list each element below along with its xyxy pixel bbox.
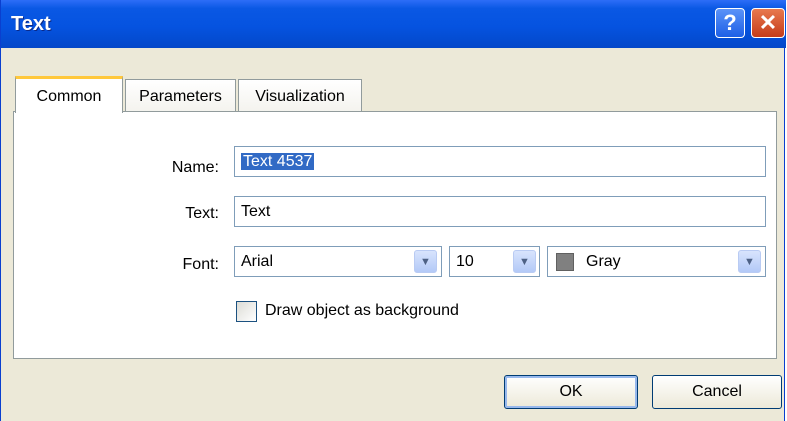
close-button[interactable]: ✕	[751, 8, 785, 38]
help-button[interactable]: ?	[715, 8, 745, 38]
font-family-value: Arial	[241, 253, 274, 270]
font-size-dropdown-button[interactable]: ▼	[513, 250, 536, 273]
title-bar[interactable]: Text ? ✕	[1, 0, 786, 48]
font-size-select[interactable]: 10 ▼	[449, 246, 540, 277]
tab-visualization[interactable]: Visualization	[238, 79, 362, 112]
tab-parameters-label: Parameters	[139, 88, 222, 105]
font-color-dropdown-button[interactable]: ▼	[738, 250, 761, 273]
font-family-select[interactable]: Arial ▼	[234, 246, 442, 277]
tab-common[interactable]: Common	[15, 76, 123, 113]
name-label: Name:	[171, 159, 219, 176]
text-label: Text:	[185, 205, 219, 222]
cancel-button-label: Cancel	[692, 383, 742, 400]
draw-as-background-checkbox[interactable]	[236, 301, 257, 322]
font-color-select[interactable]: Gray ▼	[547, 246, 766, 277]
font-family-dropdown-button[interactable]: ▼	[414, 250, 437, 273]
dialog-window: Text ? ✕ Common Parameters Visualization…	[0, 0, 786, 421]
tab-parameters[interactable]: Parameters	[125, 79, 236, 112]
chevron-down-icon: ▼	[519, 255, 530, 268]
chevron-down-icon: ▼	[420, 255, 431, 268]
ok-button[interactable]: OK	[504, 375, 638, 409]
text-input-value: Text	[241, 203, 271, 220]
font-size-value: 10	[456, 253, 474, 270]
text-input[interactable]: Text	[234, 196, 766, 227]
cancel-button[interactable]: Cancel	[652, 375, 782, 409]
help-icon: ?	[723, 10, 737, 35]
ok-button-label: OK	[559, 383, 583, 400]
chevron-down-icon: ▼	[744, 255, 755, 268]
color-swatch	[556, 253, 574, 271]
name-input-value: Text 4537	[241, 153, 315, 170]
draw-as-background-label[interactable]: Draw object as background	[265, 302, 459, 320]
close-icon: ✕	[758, 10, 778, 35]
font-color-value: Gray	[586, 253, 621, 270]
tab-visualization-label: Visualization	[255, 88, 345, 105]
font-label: Font:	[182, 256, 219, 273]
window-title: Text	[11, 13, 51, 35]
tab-common-label: Common	[36, 88, 102, 105]
name-input[interactable]: Text 4537	[234, 146, 766, 177]
